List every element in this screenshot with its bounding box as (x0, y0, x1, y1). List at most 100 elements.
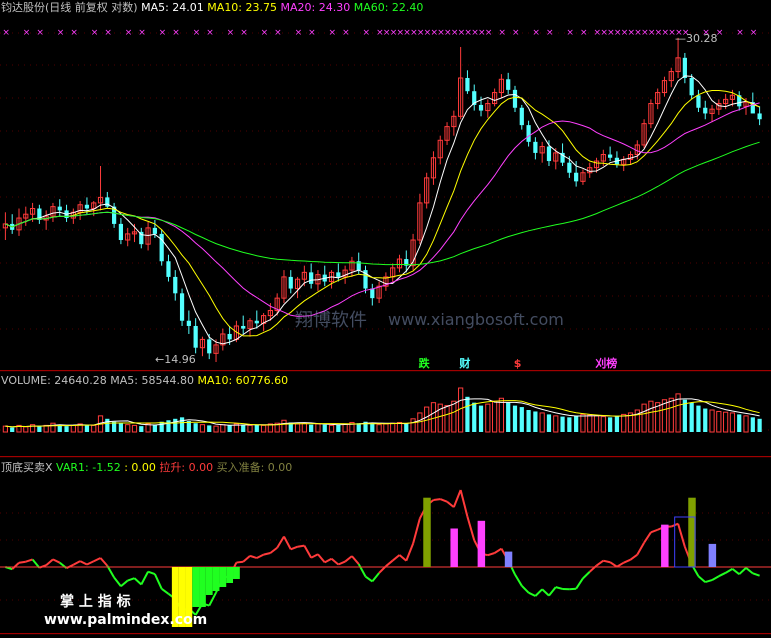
candle-body-down (166, 261, 171, 277)
volume-bar-down (512, 405, 518, 432)
oscillator-segment (446, 500, 455, 508)
oscillator-segment (317, 553, 326, 564)
oscillator-segment (541, 588, 550, 597)
volume-bar-down (560, 416, 565, 432)
oscillator-segment (589, 564, 598, 573)
volume-bar-down (696, 405, 701, 432)
oscillator-segment (236, 560, 244, 564)
panel-separator (0, 633, 771, 635)
candle-body-down (173, 276, 178, 294)
candle-body-down (118, 223, 124, 241)
volume-bar-up (492, 400, 498, 433)
volume-bar-down (574, 415, 579, 432)
cross-mark: × (104, 28, 112, 38)
legend-item: VAR1: -1.52 (56, 461, 125, 474)
volume-bar-up (451, 400, 457, 433)
volume-bar-down (737, 414, 742, 432)
cross-mark: × (240, 28, 248, 38)
oscillator-segment (113, 576, 122, 587)
oscillator-segment (45, 558, 54, 566)
oscillator-segment (133, 577, 142, 586)
oscillator-segment (72, 560, 81, 566)
candle-body-down (567, 162, 572, 173)
volume-bar-down (10, 427, 15, 432)
oscillator-segment (140, 571, 149, 585)
legend-item: MA5: 24.01 (141, 1, 208, 14)
oscillator-segment (242, 555, 251, 563)
oscillator-segment (99, 557, 109, 567)
oscillator-segment (528, 591, 536, 597)
volume-bar-up (621, 413, 627, 433)
candle-body-down (207, 339, 212, 354)
cross-mark: × (125, 28, 133, 38)
event-marker: 刈榜 (595, 357, 618, 370)
volume-bar-down (152, 424, 157, 432)
volume-bar-down (526, 410, 531, 432)
bottom-signal-bar (219, 567, 227, 587)
volume-bar-down (356, 423, 361, 432)
volume-bar-up (247, 424, 253, 433)
cross-mark: × (295, 28, 303, 38)
oscillator-segment (466, 516, 476, 541)
stock-chart[interactable]: × × × × × × × × × × × × × × × × × × × × × × × × × × × × × × × × × × × × × × × ×… (0, 0, 771, 638)
candle-body-down (757, 113, 762, 120)
cross-mark: × (206, 28, 214, 38)
cross-mark: × (750, 28, 758, 38)
oscillator-segment (330, 557, 339, 566)
bottom-signal-bar (192, 567, 200, 607)
volume-bar-down (254, 424, 259, 432)
volume-bar-down (37, 426, 42, 432)
volume-bar-down (105, 418, 110, 432)
volume-bar-up (220, 424, 226, 433)
oscillator-segment (263, 552, 271, 556)
candle-body-down (689, 77, 694, 96)
volume-panel[interactable] (2, 387, 762, 433)
oscillator-segment (412, 518, 421, 544)
brand-cn: 掌 上 指 标 (60, 594, 131, 610)
oscillator-segment (283, 536, 292, 550)
event-marker: 财 (459, 357, 471, 370)
candle-body-down (254, 320, 259, 324)
oscillator-segment (290, 545, 298, 551)
volume-bar-up (600, 416, 606, 433)
volume-bar-down (227, 425, 232, 432)
volume-bar-up (315, 423, 321, 433)
cross-mark: × (261, 28, 269, 38)
volume-bar-down (608, 417, 613, 432)
cross-mark: × (532, 28, 540, 38)
volume-bar-down (207, 425, 212, 432)
volume-bar-down (166, 420, 171, 432)
volume-bar-up (301, 422, 307, 433)
volume-bar-down (84, 424, 90, 432)
oscillator-segment (731, 568, 740, 575)
volume-bar-down (472, 402, 477, 432)
volume-bar-up (328, 424, 335, 433)
oscillator-segment (371, 572, 380, 583)
oscillator-segment (487, 552, 495, 557)
oscillator-segment (392, 554, 401, 562)
cross-mark: × (566, 28, 574, 38)
oscillator-segment (398, 554, 407, 562)
volume-bar-down (173, 418, 178, 432)
candle-body-down (703, 107, 708, 114)
volume-bar-up (260, 424, 267, 433)
candle-body-down (193, 325, 198, 348)
signal-column (708, 543, 717, 567)
cross-mark: × (2, 28, 10, 38)
volume-bar-up (91, 424, 97, 433)
volume-bar-up (716, 410, 722, 433)
oscillator-segment (161, 587, 170, 595)
price-panel[interactable]: × × × × × × × × × × × × × × × × × × × × × × × × × × × × × × × × × × × × × × × ×… (2, 28, 762, 362)
volume-bar-down (546, 414, 552, 432)
high-price-label: —30.28 (675, 32, 718, 45)
oscillator-segment (357, 563, 367, 577)
oscillator-segment (25, 558, 33, 563)
volume-bar-up (213, 425, 219, 433)
volume-bar-down (519, 407, 524, 432)
oscillator-segment (93, 557, 101, 563)
oscillator-segment (147, 570, 156, 576)
candle-body-down (478, 104, 484, 111)
volume-bar-down (241, 424, 246, 432)
oscillator-segment (297, 544, 305, 548)
legend-item: 顶底买卖X (1, 461, 57, 474)
